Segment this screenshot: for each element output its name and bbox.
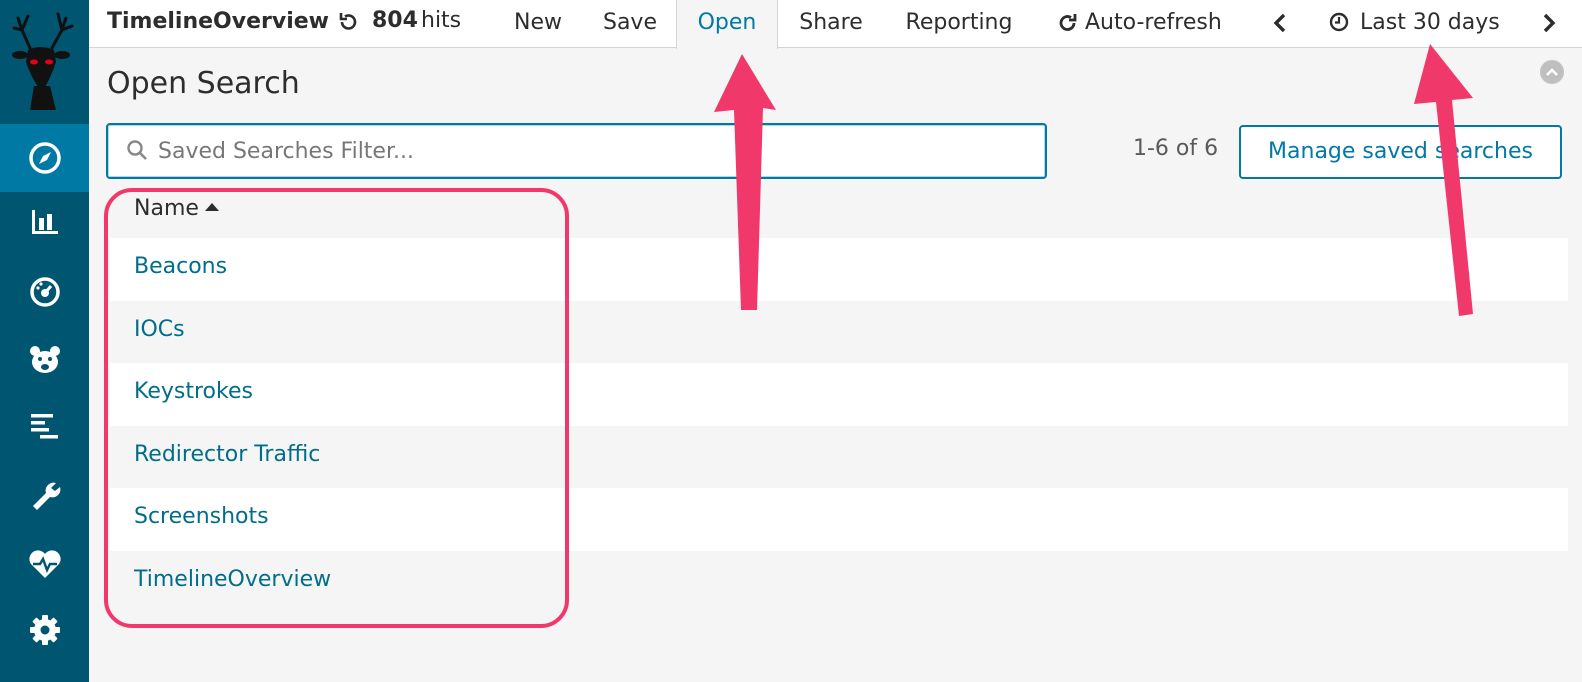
heartbeat-icon xyxy=(28,550,61,578)
column-header-label: Name xyxy=(134,196,199,221)
sidebar-item-discover[interactable] xyxy=(0,124,89,192)
menu-share[interactable]: Share xyxy=(778,0,884,48)
saved-search-list: Beacons IOCs Keystrokes Redirector Traff… xyxy=(110,238,1568,613)
collapse-panel-button[interactable] xyxy=(1540,60,1564,84)
saved-search-link[interactable]: Redirector Traffic xyxy=(134,442,320,467)
time-back-chevron-icon[interactable] xyxy=(1272,13,1288,37)
time-range-picker[interactable]: Last 30 days xyxy=(1360,0,1510,48)
auto-refresh-icon xyxy=(1057,12,1079,38)
timeline-lines-icon xyxy=(30,414,58,439)
time-forward-chevron-icon[interactable] xyxy=(1541,13,1557,37)
menu-new[interactable]: New xyxy=(489,0,587,48)
sidebar xyxy=(0,0,89,682)
search-icon xyxy=(126,139,148,165)
manage-saved-searches-button[interactable]: Manage saved searches xyxy=(1239,125,1562,179)
sidebar-item-monitoring[interactable] xyxy=(0,530,89,598)
chevron-up-icon xyxy=(1546,68,1558,76)
saved-search-link[interactable]: Beacons xyxy=(134,254,227,279)
saved-search-link[interactable]: Screenshots xyxy=(134,504,269,529)
dashboard-gauge-icon xyxy=(29,277,60,307)
reload-icon[interactable] xyxy=(337,11,359,37)
app-logo[interactable] xyxy=(0,0,89,124)
menu-auto-refresh[interactable]: Auto-refresh xyxy=(1085,0,1235,48)
saved-search-link[interactable]: IOCs xyxy=(134,317,185,342)
clock-icon xyxy=(1329,12,1349,36)
list-item: Beacons xyxy=(110,238,1568,301)
sidebar-item-timelion[interactable] xyxy=(0,326,89,394)
sidebar-item-apm[interactable] xyxy=(0,392,89,460)
list-item: Screenshots xyxy=(110,488,1568,551)
column-header-name[interactable]: Name xyxy=(134,196,219,221)
sidebar-item-dev-tools[interactable] xyxy=(0,460,89,528)
sort-ascending-icon xyxy=(204,203,219,211)
saved-search-link[interactable]: TimelineOverview xyxy=(134,567,331,592)
wrench-icon xyxy=(32,482,60,510)
list-item: IOCs xyxy=(110,300,1568,363)
search-input[interactable] xyxy=(158,133,1018,169)
hits-label: hits xyxy=(421,8,462,33)
menu-reporting[interactable]: Reporting xyxy=(894,0,1024,48)
bear-face-icon xyxy=(29,346,60,373)
sidebar-item-management[interactable] xyxy=(0,596,89,664)
menu-open[interactable]: Open xyxy=(676,0,778,49)
deer-logo-icon xyxy=(12,12,74,110)
panel-title: Open Search xyxy=(107,66,300,101)
list-item: Redirector Traffic xyxy=(110,425,1568,488)
bar-chart-icon xyxy=(31,210,58,234)
list-item: Keystrokes xyxy=(110,363,1568,426)
pagination-count: 1-6 of 6 xyxy=(1133,136,1219,161)
saved-search-filter xyxy=(106,123,1047,179)
sidebar-item-visualize[interactable] xyxy=(0,188,89,256)
gear-icon xyxy=(29,615,60,645)
list-item: TimelineOverview xyxy=(110,550,1568,613)
menu-save[interactable]: Save xyxy=(587,0,673,48)
saved-search-title: TimelineOverview xyxy=(107,9,329,34)
saved-search-link[interactable]: Keystrokes xyxy=(134,379,253,404)
top-nav-bar: TimelineOverview 804 hits New Save Open … xyxy=(89,0,1582,49)
hits-count: 804 xyxy=(372,8,418,33)
compass-icon xyxy=(28,142,61,174)
sidebar-item-dashboard[interactable] xyxy=(0,258,89,326)
